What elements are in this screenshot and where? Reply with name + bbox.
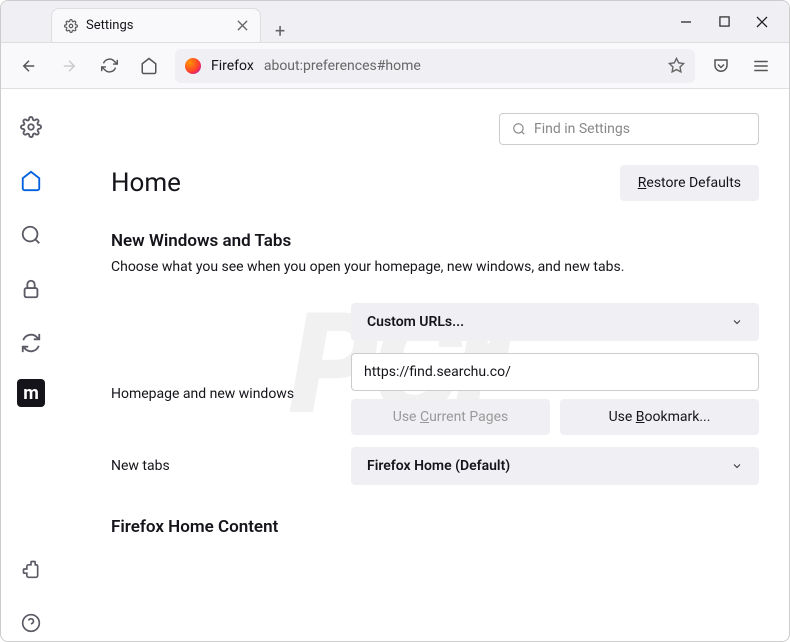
use-bookmark-button[interactable]: Use Bookmark...	[560, 399, 759, 435]
back-button[interactable]	[15, 52, 43, 80]
minimize-button[interactable]	[679, 15, 693, 29]
sidebar-general[interactable]	[13, 109, 49, 145]
reload-button[interactable]	[95, 52, 123, 80]
select-value: Custom URLs...	[367, 314, 464, 330]
sidebar-home[interactable]	[13, 163, 49, 199]
restore-defaults-button[interactable]: Restore Defaults	[620, 165, 759, 201]
urlbar-browser-label: Firefox	[211, 58, 254, 74]
bookmark-star-icon[interactable]	[668, 57, 685, 74]
close-icon[interactable]	[237, 20, 248, 31]
app-menu-button[interactable]	[747, 52, 775, 80]
forward-button[interactable]	[55, 52, 83, 80]
urlbar-url: about:preferences#home	[264, 58, 421, 74]
gear-icon	[64, 19, 78, 33]
sidebar-help[interactable]	[13, 605, 49, 641]
sidebar-search[interactable]	[13, 217, 49, 253]
sidebar-sync[interactable]	[13, 325, 49, 361]
sidebar-more[interactable]: m	[17, 379, 45, 407]
section-title-windows-tabs: New Windows and Tabs	[111, 231, 759, 251]
use-current-pages-button[interactable]: Use Current Pages	[351, 399, 550, 435]
chevron-down-icon	[731, 460, 743, 472]
search-icon	[512, 122, 526, 136]
homepage-url-input[interactable]	[351, 353, 759, 391]
section-desc: Choose what you see when you open your h…	[111, 259, 759, 275]
homepage-label: Homepage and new windows	[111, 386, 331, 402]
newtabs-label: New tabs	[111, 458, 331, 474]
close-window-button[interactable]	[755, 15, 769, 29]
maximize-button[interactable]	[717, 15, 731, 29]
pocket-icon[interactable]	[707, 52, 735, 80]
page-title: Home	[111, 168, 181, 198]
sidebar-privacy[interactable]	[13, 271, 49, 307]
chevron-down-icon	[731, 316, 743, 328]
browser-tab[interactable]: Settings	[51, 8, 261, 42]
sidebar-extensions[interactable]	[13, 551, 49, 587]
home-button[interactable]	[135, 52, 163, 80]
firefox-logo-icon	[185, 58, 201, 74]
newtabs-select[interactable]: Firefox Home (Default)	[351, 447, 759, 485]
select-value: Firefox Home (Default)	[367, 458, 510, 474]
find-placeholder: Find in Settings	[534, 121, 630, 137]
new-tab-button[interactable]: +	[261, 21, 299, 42]
tab-title: Settings	[86, 18, 133, 33]
homepage-mode-select[interactable]: Custom URLs...	[351, 303, 759, 341]
find-in-settings-input[interactable]: Find in Settings	[499, 113, 759, 145]
url-bar[interactable]: Firefox about:preferences#home	[175, 49, 695, 83]
section-title-home-content: Firefox Home Content	[111, 517, 759, 537]
